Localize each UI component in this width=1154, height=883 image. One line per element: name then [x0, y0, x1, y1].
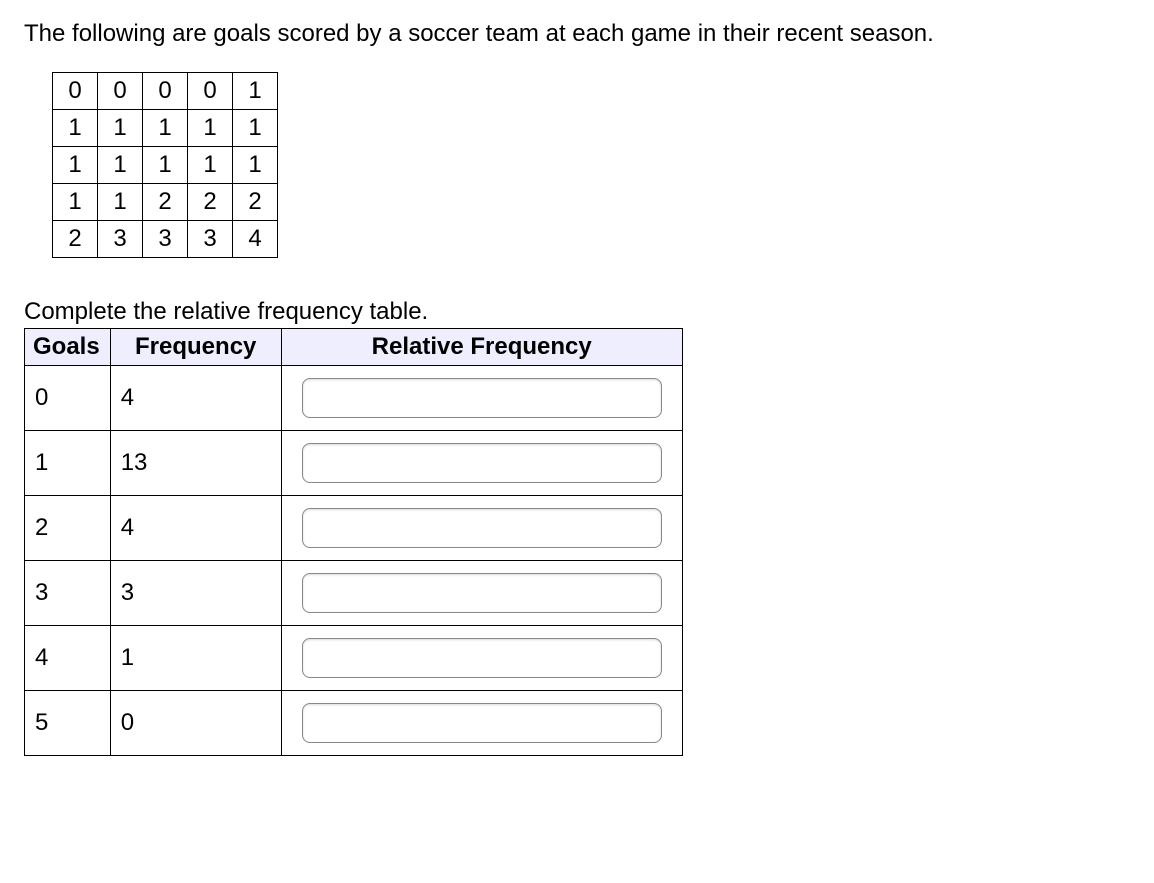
- relative-frequency-input[interactable]: [302, 638, 662, 678]
- data-grid-cell: 1: [143, 147, 188, 184]
- instruction-text: Complete the relative frequency table.: [24, 298, 1130, 326]
- table-row: 24: [25, 496, 683, 561]
- header-frequency: Frequency: [110, 329, 281, 366]
- frequency-cell: 4: [110, 496, 281, 561]
- data-grid-cell: 2: [53, 221, 98, 258]
- data-grid-cell: 1: [53, 147, 98, 184]
- data-grid-cell: 1: [53, 110, 98, 147]
- frequency-cell: 13: [110, 431, 281, 496]
- table-row: 33: [25, 561, 683, 626]
- frequency-table: Goals Frequency Relative Frequency 04113…: [24, 328, 683, 756]
- table-row: 41: [25, 626, 683, 691]
- data-grid-cell: 1: [98, 110, 143, 147]
- data-grid-cell: 3: [188, 221, 233, 258]
- intro-text: The following are goals scored by a socc…: [24, 20, 1130, 48]
- data-grid-cell: 0: [143, 73, 188, 110]
- relative-frequency-input[interactable]: [302, 443, 662, 483]
- data-grid-cell: 0: [188, 73, 233, 110]
- data-grid-cell: 2: [233, 184, 278, 221]
- frequency-cell: 4: [110, 366, 281, 431]
- frequency-cell: 1: [110, 626, 281, 691]
- data-grid-cell: 1: [53, 184, 98, 221]
- header-relative-frequency: Relative Frequency: [281, 329, 682, 366]
- data-grid-cell: 3: [143, 221, 188, 258]
- relative-frequency-input[interactable]: [302, 378, 662, 418]
- data-grid-cell: 2: [188, 184, 233, 221]
- relative-frequency-cell: [281, 496, 682, 561]
- data-grid-cell: 1: [233, 73, 278, 110]
- relative-frequency-cell: [281, 626, 682, 691]
- data-grid-cell: 1: [143, 110, 188, 147]
- relative-frequency-cell: [281, 366, 682, 431]
- data-grid-cell: 3: [98, 221, 143, 258]
- table-row: 50: [25, 691, 683, 756]
- goals-cell: 5: [25, 691, 111, 756]
- table-row: 113: [25, 431, 683, 496]
- relative-frequency-cell: [281, 431, 682, 496]
- goals-cell: 4: [25, 626, 111, 691]
- data-grid-cell: 1: [98, 184, 143, 221]
- data-grid: 0000111111111111122223334: [52, 72, 278, 258]
- relative-frequency-cell: [281, 691, 682, 756]
- goals-cell: 3: [25, 561, 111, 626]
- frequency-cell: 0: [110, 691, 281, 756]
- header-goals: Goals: [25, 329, 111, 366]
- goals-cell: 0: [25, 366, 111, 431]
- frequency-cell: 3: [110, 561, 281, 626]
- data-grid-cell: 0: [98, 73, 143, 110]
- data-grid-cell: 1: [98, 147, 143, 184]
- relative-frequency-input[interactable]: [302, 573, 662, 613]
- goals-cell: 2: [25, 496, 111, 561]
- data-grid-cell: 1: [233, 110, 278, 147]
- data-grid-cell: 2: [143, 184, 188, 221]
- table-row: 04: [25, 366, 683, 431]
- data-grid-cell: 1: [188, 110, 233, 147]
- data-grid-cell: 1: [233, 147, 278, 184]
- goals-cell: 1: [25, 431, 111, 496]
- data-grid-cell: 1: [188, 147, 233, 184]
- relative-frequency-input[interactable]: [302, 508, 662, 548]
- data-grid-cell: 4: [233, 221, 278, 258]
- relative-frequency-cell: [281, 561, 682, 626]
- data-grid-cell: 0: [53, 73, 98, 110]
- relative-frequency-input[interactable]: [302, 703, 662, 743]
